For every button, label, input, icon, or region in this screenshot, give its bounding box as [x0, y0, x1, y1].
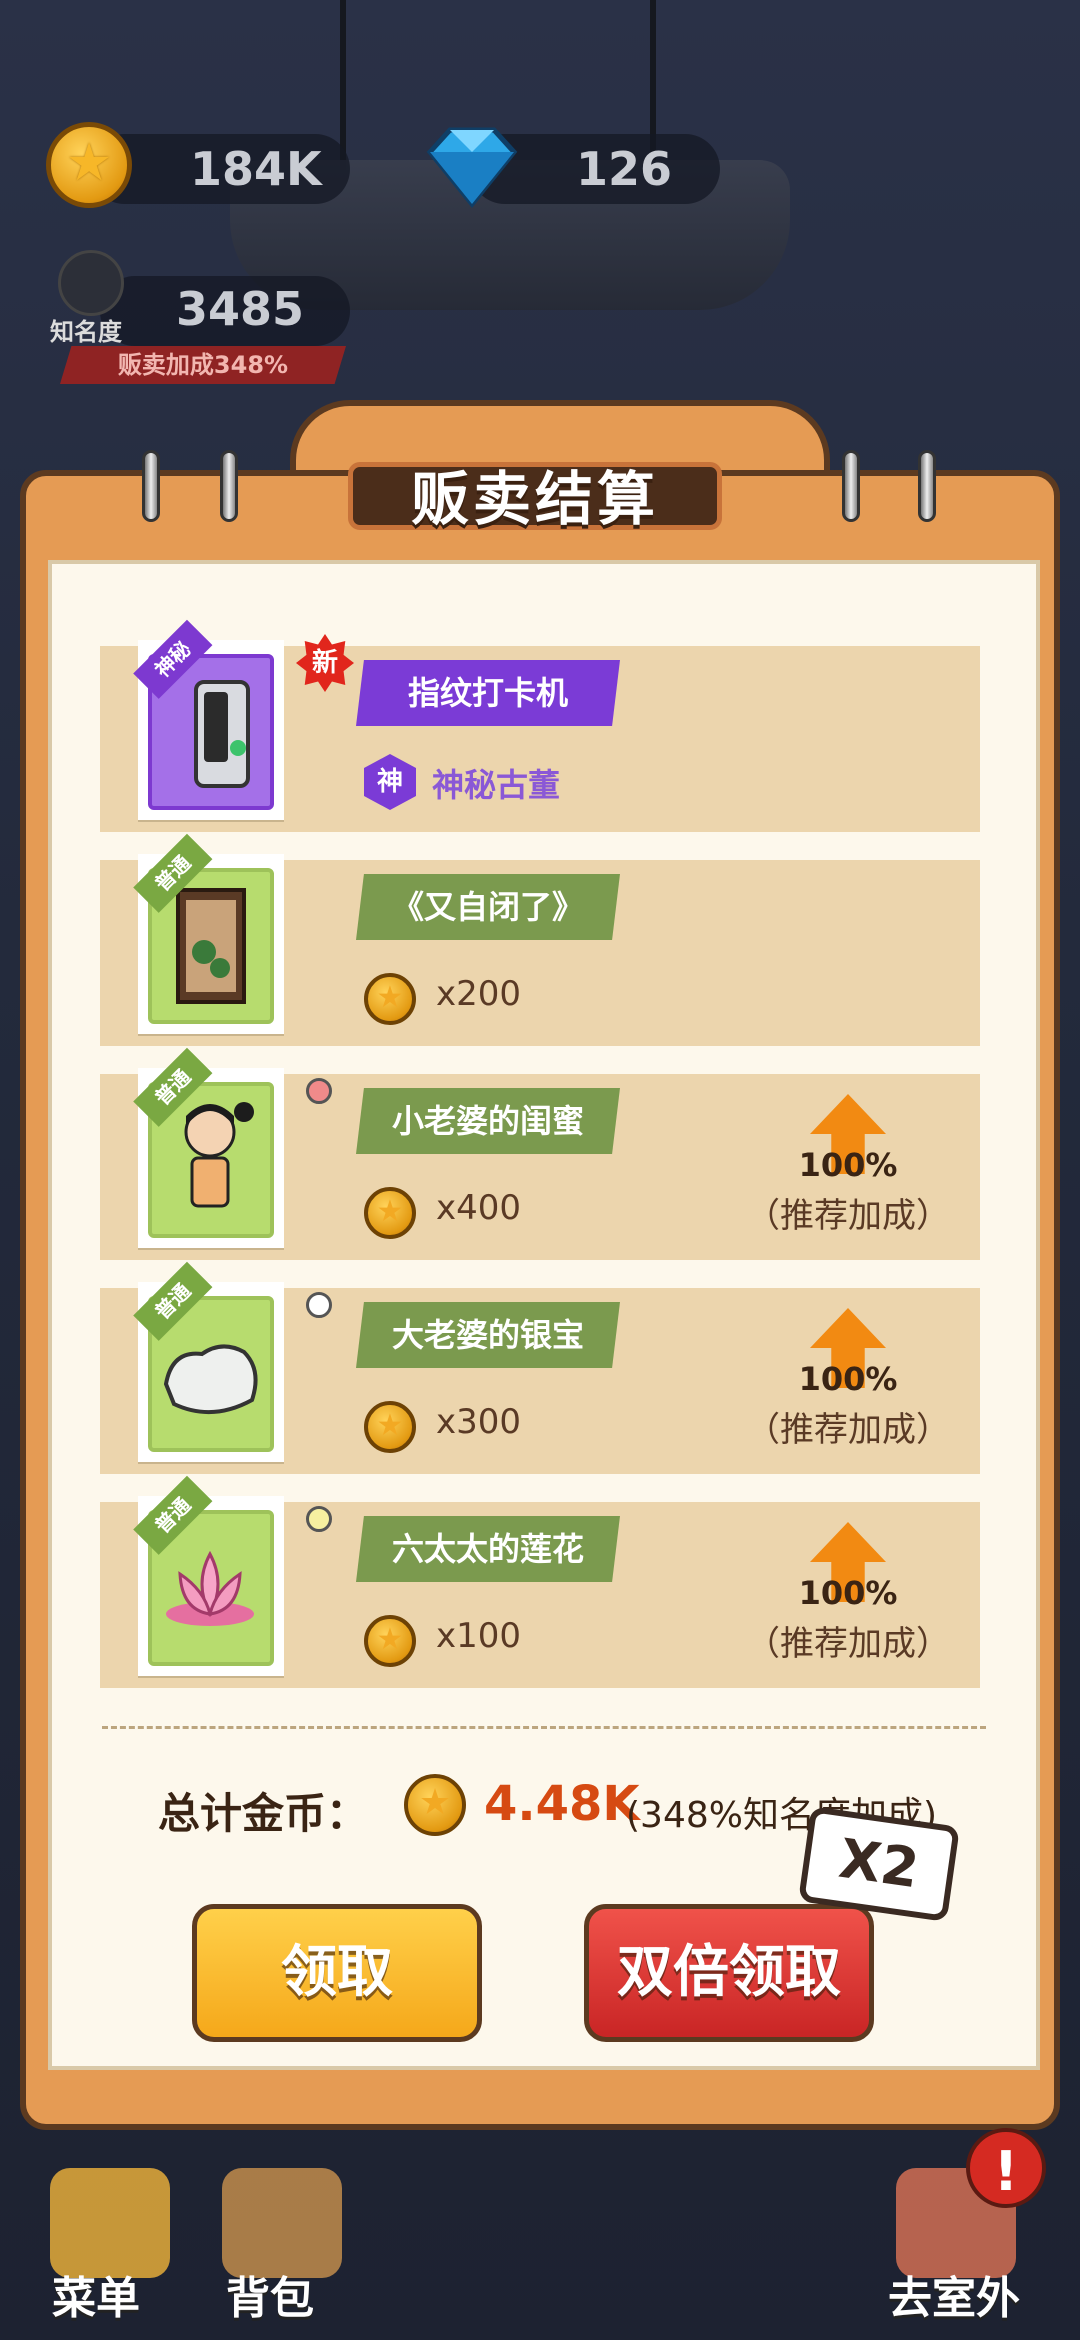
boost-label: （推荐加成）: [746, 1410, 950, 1450]
rarity-text: 神秘古董: [432, 766, 561, 804]
recommend-boost: 100% （推荐加成）: [746, 1094, 950, 1254]
item-quantity: x400: [436, 1188, 522, 1228]
dialog-title: 贩卖结算: [410, 465, 659, 533]
gold-coin-icon: [46, 122, 132, 208]
color-dot: [306, 1078, 332, 1104]
item-thumbnail[interactable]: 普通: [133, 1475, 332, 1676]
boost-percent: 100%: [798, 1360, 898, 1398]
nav-bag[interactable]: 背包: [226, 2262, 314, 2326]
x2-badge: X2: [798, 1806, 960, 1922]
item-name: 《又自闭了》: [356, 874, 620, 940]
item-row: 神秘 新 指纹打卡机 神 神秘古董: [100, 619, 980, 832]
binder-ring: [842, 450, 860, 522]
nav-menu[interactable]: 菜单: [52, 2262, 140, 2326]
claim-button[interactable]: 领取: [192, 1904, 482, 2042]
gold-coin-icon: [364, 1401, 416, 1453]
coin-count: 184K: [190, 142, 322, 196]
item-thumbnail[interactable]: 普通: [133, 1261, 332, 1462]
total-label: 总计金币：: [158, 1789, 369, 1838]
total-value: 4.48K: [484, 1776, 640, 1832]
item-quantity: x100: [436, 1616, 522, 1656]
boost-label: （推荐加成）: [746, 1196, 950, 1236]
boost-label: （推荐加成）: [746, 1624, 950, 1664]
item-row: 普通 《又自闭了》 x200: [100, 833, 980, 1046]
item-row: 普通 六太太的莲花 x100 100% （推荐加成）: [100, 1475, 980, 1688]
nav-outside[interactable]: 去室外: [888, 2262, 1020, 2326]
binder-ring: [220, 450, 238, 522]
divider: [102, 1726, 986, 1729]
fame-avatar-icon: [58, 250, 124, 316]
binder-ring: [142, 450, 160, 522]
item-quantity: x200: [436, 974, 522, 1014]
recommend-boost: 100% （推荐加成）: [746, 1308, 950, 1468]
diamond-icon: [426, 127, 518, 208]
gold-coin-icon: [364, 973, 416, 1025]
gold-coin-icon: [364, 1187, 416, 1239]
mystic-rarity-icon: 神: [364, 754, 416, 810]
sell-bonus-banner: 贩卖加成348%: [60, 346, 346, 384]
gem-count: 126: [576, 142, 673, 196]
boost-percent: 100%: [798, 1146, 898, 1184]
double-claim-button[interactable]: 双倍领取: [584, 1904, 874, 2042]
item-row: 普通 小老婆的闺蜜 x400 100% （推荐加成）: [100, 1047, 980, 1260]
item-thumbnail[interactable]: 普通: [133, 833, 284, 1034]
recommend-boost: 100% （推荐加成）: [746, 1522, 950, 1682]
item-quantity: x300: [436, 1402, 522, 1442]
fame-value: 3485: [176, 282, 305, 336]
item-name: 小老婆的闺蜜: [356, 1088, 620, 1154]
color-dot: [306, 1292, 332, 1318]
binder-ring: [918, 450, 936, 522]
item-name: 六太太的莲花: [356, 1516, 620, 1582]
item-row: 普通 大老婆的银宝 x300 100% （推荐加成）: [100, 1261, 980, 1474]
gold-coin-icon: [404, 1774, 466, 1836]
item-thumbnail[interactable]: 普通: [133, 1047, 332, 1248]
gold-coin-icon: [364, 1615, 416, 1667]
fame-label: 知名度: [50, 318, 122, 346]
alert-icon: !: [966, 2128, 1046, 2208]
item-name: 大老婆的银宝: [356, 1302, 620, 1368]
item-thumbnail[interactable]: 神秘 新: [133, 619, 354, 820]
boost-percent: 100%: [798, 1574, 898, 1612]
item-name: 指纹打卡机: [356, 660, 620, 726]
color-dot: [306, 1506, 332, 1532]
